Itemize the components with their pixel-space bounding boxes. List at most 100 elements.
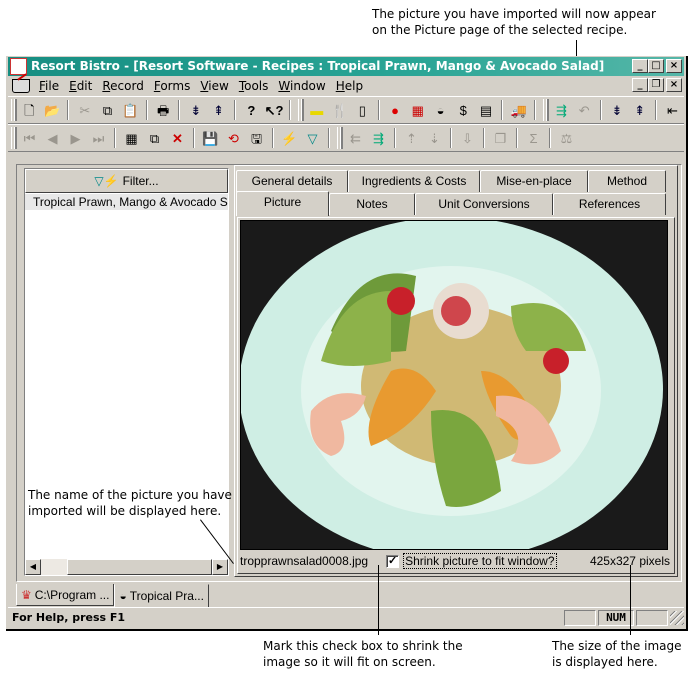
cut-icon[interactable]: ✂ (73, 99, 96, 121)
export-icon[interactable]: ⇇ (344, 127, 367, 149)
sum-icon[interactable]: Σ (522, 127, 545, 149)
revert-icon[interactable]: ⟲ (222, 127, 245, 149)
mdi-restore-button[interactable]: ❐ (648, 78, 664, 92)
move-up-icon[interactable]: ⇞ (207, 99, 230, 121)
undo-icon[interactable]: ↶ (573, 99, 596, 121)
mdi-close-button[interactable]: × (666, 78, 682, 92)
help-icon[interactable]: ? (240, 99, 263, 121)
measuring-jug-icon[interactable]: ▯ (351, 99, 374, 121)
move-up-icon[interactable]: ⇡ (400, 127, 423, 149)
toolbar-grip[interactable] (11, 99, 17, 121)
menu-bar: File Edit Record Forms View Tools Window… (8, 76, 684, 95)
picture-page: tropprawnsalad0008.jpg ✓ Shrink picture … (237, 217, 675, 574)
horizontal-scrollbar[interactable]: ◀ ▶ (25, 559, 228, 575)
status-pane-scroll (636, 609, 668, 626)
toolbar-grip[interactable] (337, 127, 343, 149)
scroll-right-icon[interactable]: ▶ (212, 559, 228, 575)
print-icon[interactable]: 🖶 (152, 99, 175, 121)
filter-button[interactable]: ▽⚡ Filter... (25, 169, 228, 193)
menu-tools[interactable]: Tools (234, 79, 274, 93)
new-record-icon[interactable]: ▦ (120, 127, 143, 149)
tab-ingredients-costs[interactable]: Ingredients & Costs (348, 170, 480, 192)
costing-sheet-icon[interactable]: $ (452, 99, 475, 121)
scroll-track[interactable] (41, 559, 67, 575)
maximize-button[interactable]: □ (648, 59, 664, 73)
toolbar-grip[interactable] (11, 127, 17, 149)
callout-line: is displayed here. (552, 655, 658, 669)
copy-record-icon[interactable]: ⧉ (143, 127, 166, 149)
window-title: Resort Bistro - [Resort Software - Recip… (31, 59, 605, 73)
separator (501, 100, 504, 120)
menu-edit[interactable]: Edit (64, 79, 97, 93)
previous-record-icon[interactable]: ◀ (41, 127, 64, 149)
scales-icon[interactable]: ⚖ (555, 127, 578, 149)
mdi-minimize-button[interactable]: _ (632, 78, 648, 92)
callout-line: The name of the picture you have (28, 488, 232, 502)
close-button[interactable]: × (666, 59, 682, 73)
cheese-icon[interactable]: ▬ (305, 99, 328, 121)
app-window: Resort Bistro - [Resort Software - Recip… (6, 56, 688, 631)
tab-notes[interactable]: Notes (329, 193, 415, 215)
recipe-tabs-panel: General details Ingredients & Costs Mise… (234, 165, 678, 577)
first-record-icon[interactable]: ⏮ (18, 127, 41, 149)
open-folder-icon[interactable]: 📂 (41, 99, 64, 121)
tab-general-details[interactable]: General details (236, 170, 348, 192)
import-icon[interactable]: ⇶ (550, 99, 573, 121)
shrink-picture-checkbox[interactable]: ✓ (386, 554, 400, 568)
new-document-icon[interactable]: 🗋 (18, 99, 41, 121)
separator (655, 100, 658, 120)
menu-file[interactable]: File (34, 79, 64, 93)
menu-window[interactable]: Window (273, 79, 330, 93)
back-arrow-icon[interactable]: ⇤ (661, 99, 684, 121)
next-record-icon[interactable]: ▶ (64, 127, 87, 149)
menu-forms[interactable]: Forms (149, 79, 196, 93)
pot-icon[interactable]: ◒ (429, 99, 452, 121)
move-down-icon[interactable]: ⇟ (184, 99, 207, 121)
tab-references[interactable]: References (553, 193, 666, 215)
quick-filter-icon[interactable]: ⚡ (278, 127, 301, 149)
filter-lightning-icon: ▽⚡ (94, 174, 119, 188)
recipe-card-icon[interactable]: ▦ (406, 99, 429, 121)
move-down-icon[interactable]: ⇣ (423, 127, 446, 149)
status-pane-caps (564, 609, 596, 626)
delivery-truck-icon[interactable]: 🚚 (507, 99, 530, 121)
save-as-icon[interactable]: 🖫 (245, 127, 268, 149)
import-icon[interactable]: ⇶ (367, 127, 390, 149)
paste-icon[interactable]: 📋 (119, 99, 142, 121)
context-help-icon[interactable]: ↖? (263, 99, 286, 121)
menu-record[interactable]: Record (97, 79, 148, 93)
doc-tab-program[interactable]: ♛ C:\Program ... (16, 584, 115, 606)
windows-icon[interactable]: ❐ (489, 127, 512, 149)
title-bar: Resort Bistro - [Resort Software - Recip… (8, 57, 684, 76)
scroll-left-icon[interactable]: ◀ (25, 559, 41, 575)
callout-pointer (378, 565, 379, 635)
callout-line: image so it will fit on screen. (263, 655, 436, 669)
download-icon[interactable]: ⇩ (456, 127, 479, 149)
callout-line: The size of the image (552, 639, 682, 653)
document-pot-icon[interactable] (12, 78, 30, 93)
toolbar-grip[interactable] (298, 99, 305, 121)
book-icon[interactable]: ▤ (475, 99, 498, 121)
tab-picture[interactable]: Picture (236, 191, 329, 216)
utensils-icon[interactable]: 🍴 (328, 99, 351, 121)
tomato-icon[interactable]: ● (384, 99, 407, 121)
menu-help[interactable]: Help (331, 79, 368, 93)
copy-icon[interactable]: ⧉ (96, 99, 119, 121)
resize-grip[interactable] (670, 610, 684, 625)
menu-view[interactable]: View (195, 79, 233, 93)
move-up-icon[interactable]: ⇞ (628, 99, 651, 121)
doc-tab-recipe[interactable]: ◒ Tropical Pra... (114, 584, 209, 608)
recipe-list-item[interactable]: Tropical Prawn, Mango & Avocado Salad (25, 194, 228, 210)
shrink-picture-label[interactable]: Shrink picture to fit window? (403, 553, 557, 569)
tab-unit-conversions[interactable]: Unit Conversions (415, 193, 553, 215)
save-icon[interactable]: 💾 (199, 127, 222, 149)
tab-method[interactable]: Method (588, 170, 666, 192)
filter-icon[interactable]: ▽ (301, 127, 324, 149)
delete-record-icon[interactable]: ✕ (166, 127, 189, 149)
tab-mise-en-place[interactable]: Mise-en-place (480, 170, 588, 192)
minimize-button[interactable]: _ (632, 59, 648, 73)
move-down-icon[interactable]: ⇟ (606, 99, 629, 121)
last-record-icon[interactable]: ⏭ (87, 127, 110, 149)
toolbar-grip[interactable] (543, 99, 550, 121)
scroll-thumb[interactable] (67, 559, 212, 575)
